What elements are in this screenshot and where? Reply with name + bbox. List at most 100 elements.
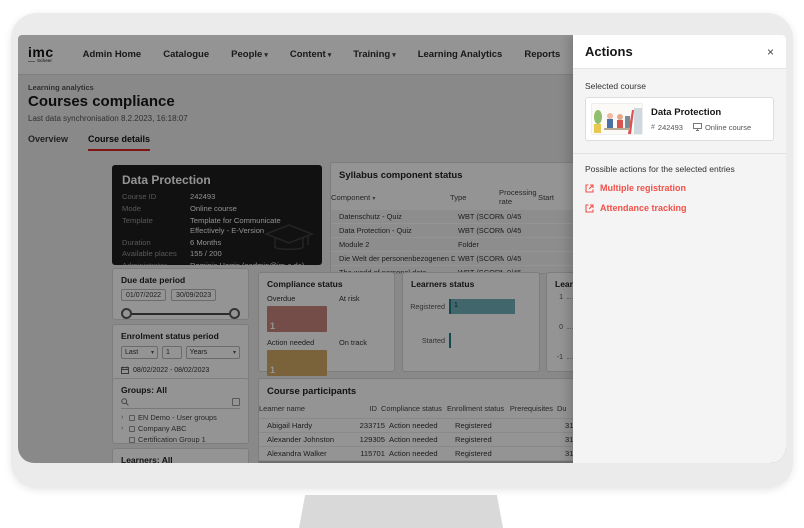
group-tree-item[interactable]: ›Company ABC — [121, 423, 240, 434]
field-label: Mode — [122, 204, 184, 214]
col-id[interactable]: ID — [343, 404, 377, 413]
chevron-down-icon: ▾ — [264, 52, 268, 59]
y-tick: -1 — [551, 354, 563, 361]
col-learner-name[interactable]: Learner name — [259, 404, 339, 413]
selected-course-id: 242493 — [658, 123, 683, 132]
field-label: Administrator — [122, 261, 184, 265]
col-prerequisites[interactable]: Prerequisites — [509, 404, 553, 413]
field-label: Available places — [122, 249, 184, 259]
bar-registered[interactable]: 1 — [449, 299, 515, 314]
bar-value: 1 — [454, 302, 458, 309]
external-link-icon — [585, 184, 594, 193]
search-icon — [121, 398, 129, 406]
col-processing-rate[interactable]: Processing rate — [499, 188, 535, 206]
tab-course-details[interactable]: Course details — [88, 134, 150, 151]
field-label: Course ID — [122, 192, 184, 202]
due-from-input[interactable]: 01/07/2022 — [121, 289, 166, 301]
kpi-box-on-track[interactable] — [339, 350, 399, 376]
checkbox[interactable] — [129, 437, 135, 443]
field-label: Template — [122, 216, 184, 237]
kpi-value: 1 — [270, 365, 275, 375]
screen: imc Scheer Admin Home Catalogue People▾ … — [18, 35, 786, 463]
col-compliance[interactable]: Compliance status — [381, 404, 443, 413]
course-card-title: Data Protection — [122, 173, 312, 187]
nav-catalogue[interactable]: Catalogue — [163, 49, 209, 60]
tab-overview[interactable]: Overview — [28, 134, 68, 151]
selected-course-card[interactable]: Data Protection #242493 Online course — [585, 97, 774, 141]
id-icon: # — [651, 124, 655, 131]
breadcrumb[interactable]: Learning analytics — [28, 83, 94, 92]
nav-learning-analytics[interactable]: Learning Analytics — [418, 49, 503, 60]
calendar-icon — [121, 366, 129, 374]
nav-content[interactable]: Content▾ — [290, 49, 331, 60]
imc-logo[interactable]: imc Scheer — [28, 45, 54, 64]
tree-caret-icon[interactable]: › — [121, 414, 126, 421]
monitor-stand — [299, 495, 503, 528]
group-tree-item[interactable]: ›EN Demo - User groups — [121, 412, 240, 423]
nav-admin-home[interactable]: Admin Home — [83, 49, 142, 60]
y-tick: 1 — [551, 294, 563, 301]
bar-label-started: Started — [403, 336, 449, 345]
close-icon[interactable]: × — [767, 46, 774, 58]
external-link-icon — [585, 204, 594, 213]
online-course-icon — [693, 123, 702, 131]
col-start[interactable]: Start — [538, 193, 578, 202]
learners-filter-title: Learners: All — [121, 455, 240, 463]
nav-reports[interactable]: Reports — [524, 49, 560, 60]
kpi-value: 1 — [270, 321, 275, 331]
checkbox[interactable] — [129, 426, 135, 432]
nav-people[interactable]: People▾ — [231, 49, 268, 60]
kpi-label-overdue: Overdue — [267, 294, 329, 303]
logo-text: imc — [28, 45, 54, 59]
actions-title: Actions — [585, 44, 633, 59]
kpi-box-action-needed[interactable]: 1 — [267, 350, 327, 376]
tree-caret-icon[interactable]: › — [121, 425, 126, 432]
enrolment-range-value: 08/02/2022 - 08/02/2023 — [133, 367, 209, 374]
logo-subtext: Scheer — [37, 59, 52, 64]
page-title: Courses compliance — [28, 93, 175, 110]
compliance-title: Compliance status — [267, 279, 386, 289]
col-component[interactable]: Component ▾ — [331, 193, 447, 202]
col-type[interactable]: Type — [450, 193, 496, 202]
field-value: 242493 — [190, 192, 312, 202]
actions-panel: Actions × Selected course — [573, 35, 786, 463]
possible-actions-label: Possible actions for the selected entrie… — [585, 164, 774, 174]
action-attendance-tracking[interactable]: Attendance tracking — [585, 203, 774, 213]
group-tree-item[interactable]: Certification Group 1 — [121, 434, 240, 444]
bar-label-registered: Registered — [403, 302, 449, 311]
chevron-down-icon: ▾ — [328, 52, 332, 59]
action-multiple-registration[interactable]: Multiple registration — [585, 183, 774, 193]
groups-search-input[interactable] — [121, 398, 240, 409]
mode-select[interactable]: Last▾ — [121, 346, 158, 359]
kpi-label-action-needed: Action needed — [267, 338, 329, 347]
kpi-label-on-track: On track — [339, 338, 394, 347]
sync-timestamp: Last data synchronisation 8.2.2023, 16:1… — [28, 114, 188, 123]
tab-bar: Overview Course details — [28, 134, 150, 151]
due-date-filter-panel: Due date period 01/07/2022 30/09/2023 — [112, 268, 249, 320]
col-enrollment[interactable]: Enrollment status — [447, 404, 505, 413]
slider-track — [126, 313, 235, 315]
chevron-down-icon: ▾ — [392, 52, 396, 59]
selected-course-title: Data Protection — [651, 107, 751, 118]
slider-handle-left[interactable] — [121, 308, 132, 319]
due-to-input[interactable]: 30/09/2023 — [171, 289, 216, 301]
chevron-down-icon: ▾ — [151, 349, 154, 356]
kpi-box-at-risk[interactable] — [339, 306, 399, 332]
y-tick: 0 — [551, 324, 563, 331]
filter-icon: ▾ — [372, 196, 375, 202]
learners-status-title: Learners status — [411, 279, 531, 289]
kpi-box-overdue[interactable]: 1 — [267, 306, 327, 332]
field-value: Dominic Harris (eadmin@im-c.de) — [190, 261, 312, 265]
date-range-slider — [121, 308, 240, 320]
divider — [573, 153, 786, 154]
kpi-label-at-risk: At risk — [339, 294, 394, 303]
count-input[interactable]: 1 — [162, 346, 182, 359]
expand-icon[interactable] — [232, 398, 240, 406]
unit-select[interactable]: Years▾ — [186, 346, 240, 359]
checkbox[interactable] — [129, 415, 135, 421]
slider-handle-right[interactable] — [229, 308, 240, 319]
compliance-status-panel: Compliance status Overdue 1 At risk Acti… — [258, 272, 395, 372]
bar-started[interactable] — [449, 333, 451, 348]
field-value: Online course — [190, 204, 312, 214]
nav-training[interactable]: Training▾ — [353, 49, 395, 60]
